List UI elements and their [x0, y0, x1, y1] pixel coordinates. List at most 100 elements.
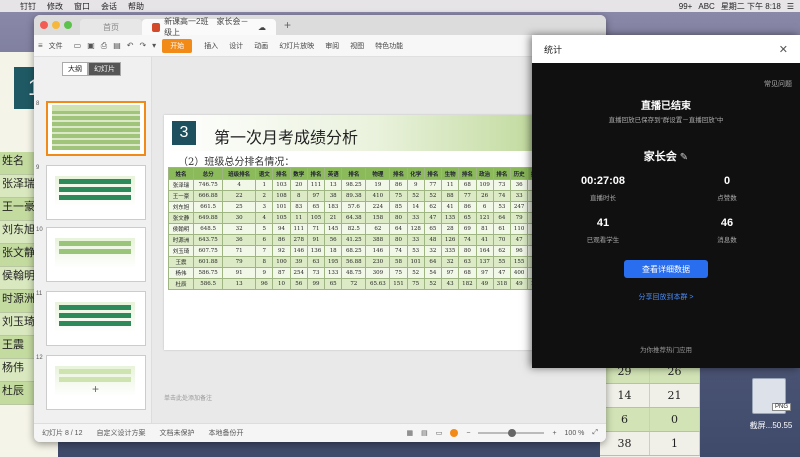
table-cell[interactable]: 128 — [406, 223, 425, 235]
table-cell[interactable]: 70 — [492, 234, 511, 246]
zoom-slider-knob[interactable] — [508, 429, 517, 437]
table-cell[interactable]: 649.88 — [193, 212, 224, 224]
table-cell[interactable]: 57.6 — [341, 201, 367, 213]
table-cell[interactable]: 101 — [406, 256, 425, 268]
table-cell[interactable]: 18 — [324, 245, 343, 257]
table-cell[interactable]: 64 — [423, 256, 443, 268]
table-cell[interactable]: 86 — [272, 234, 291, 246]
table-cell[interactable]: 135 — [441, 212, 460, 224]
recommend-apps-text[interactable]: 为你推荐热门应用 — [532, 344, 800, 354]
slide-subtitle[interactable]: （2）班级总分排名情况： — [178, 153, 294, 168]
normal-view-icon[interactable]: ▦ — [406, 429, 413, 437]
table-row[interactable]: 王一豪 666.88 22 2 108 8 97 38 89.38 410 75 52 52 88 77 26… — [167, 190, 581, 202]
table-cell[interactable]: 97 — [475, 267, 494, 279]
table-cell[interactable]: 32 — [222, 223, 257, 235]
table-cell[interactable]: 68 — [458, 267, 477, 279]
table-cell[interactable]: 54 — [423, 267, 443, 279]
slide-thumbnail-selected[interactable] — [46, 101, 146, 156]
tab-design[interactable]: 设计 — [229, 41, 243, 51]
table-cell[interactable]: 64 — [492, 212, 511, 224]
table-cell[interactable]: 47 — [509, 234, 529, 246]
table-cell[interactable]: 33 — [509, 190, 529, 202]
table-cell[interactable]: 145 — [324, 223, 343, 235]
table-cell[interactable]: 52 — [406, 190, 425, 202]
view-details-button[interactable]: 查看详细数据 — [624, 260, 708, 278]
table-cell[interactable]: 254 — [289, 267, 308, 279]
table-cell[interactable]: 39 — [289, 256, 308, 268]
table-row[interactable]: 张文静 649.88 30 4 105 11 105 21 64.38 158 80 33 47 135 6… — [167, 212, 581, 224]
table-cell[interactable]: 7 — [255, 245, 274, 257]
share-replay-link[interactable]: 分享回放到本群 > — [532, 292, 800, 302]
zoom-level[interactable]: 100 % — [565, 430, 585, 437]
table-cell[interactable]: 62 — [492, 245, 511, 257]
table-cell[interactable]: 张泽瑞 — [167, 179, 195, 191]
table-cell[interactable]: 13 — [222, 278, 257, 290]
zoom-window-button[interactable] — [64, 21, 72, 29]
table-cell[interactable]: 151 — [389, 278, 408, 290]
table-row[interactable]: 王震 601.88 79 8 100 39 63 195 56.88 230 58 101 64 32 63… — [167, 256, 581, 268]
table-cell[interactable]: 2 — [255, 190, 274, 202]
table-cell[interactable]: 146 — [365, 245, 391, 257]
table-cell[interactable]: 6 — [255, 234, 274, 246]
tab-home[interactable]: 首页 — [80, 19, 142, 35]
table-cell[interactable]: 26 — [475, 190, 494, 202]
table-cell[interactable]: 80 — [389, 212, 408, 224]
table-cell[interactable]: 101 — [272, 201, 291, 213]
table-cell[interactable]: 9 — [406, 179, 425, 191]
table-cell[interactable]: 11 — [289, 212, 308, 224]
tab-view[interactable]: 视图 — [350, 41, 364, 51]
table-cell[interactable]: 230 — [365, 256, 391, 268]
table-cell[interactable]: 91 — [306, 234, 326, 246]
fit-window-icon[interactable]: ⤢ — [592, 429, 598, 437]
notification-badge[interactable]: 99+ — [679, 2, 693, 11]
table-cell[interactable]: 643.75 — [193, 234, 224, 246]
table-cell[interactable]: 74 — [389, 245, 408, 257]
table-cell[interactable]: 36 — [222, 234, 257, 246]
table-cell[interactable]: 5 — [255, 223, 274, 235]
table-cell[interactable]: 155 — [509, 256, 529, 268]
redo-icon[interactable]: ↷ — [139, 41, 146, 50]
table-cell[interactable]: 75 — [406, 278, 425, 290]
faq-link[interactable]: 常见问题 — [764, 79, 792, 89]
table-cell[interactable]: 47 — [423, 212, 443, 224]
table-cell[interactable]: 张文静 — [167, 212, 195, 224]
close-window-button[interactable] — [40, 21, 48, 29]
close-icon[interactable]: ✕ — [779, 43, 788, 56]
current-slide[interactable]: 3 第一次月考成绩分析 （2）班级总分排名情况： 姓名 总分 班级排名 语文 排名 数学排… — [164, 115, 584, 350]
tab-animation[interactable]: 动画 — [254, 41, 268, 51]
control-center-icon[interactable]: ☰ — [787, 2, 794, 11]
theme-name[interactable]: 自定义设计方案 — [96, 428, 145, 438]
input-method[interactable]: ABC — [698, 2, 714, 11]
table-cell[interactable]: 1 — [255, 179, 274, 191]
table-cell[interactable]: 79 — [222, 256, 257, 268]
add-slide-button[interactable]: + — [92, 382, 99, 396]
table-cell[interactable]: 侯翰明 — [167, 223, 195, 235]
table-cell[interactable]: 64.38 — [341, 212, 367, 224]
table-cell[interactable]: 21 — [324, 212, 343, 224]
table-cell[interactable]: 8 — [289, 190, 308, 202]
table-cell[interactable]: 20 — [289, 179, 308, 191]
table-cell[interactable]: 33 — [406, 234, 425, 246]
table-cell[interactable]: 97 — [306, 190, 326, 202]
menu-icon[interactable]: ≡ — [38, 41, 43, 50]
table-cell[interactable]: 96 — [509, 245, 529, 257]
table-cell[interactable]: 91 — [222, 267, 257, 279]
table-row[interactable]: 时源洲 643.75 36 6 86 278 91 56 41.25 388 80 33 48 126 74… — [167, 234, 581, 246]
table-cell[interactable]: 10 — [272, 278, 291, 290]
table-cell[interactable]: 666.88 — [193, 190, 224, 202]
png-file-label[interactable]: 截屏...50.55 — [742, 420, 800, 431]
table-cell[interactable]: 36 — [509, 179, 529, 191]
table-cell[interactable]: 410 — [365, 190, 391, 202]
table-cell[interactable]: 56 — [289, 278, 308, 290]
table-cell[interactable]: 4 — [255, 212, 274, 224]
table-cell[interactable]: 195 — [324, 256, 343, 268]
table-cell[interactable]: 99 — [306, 278, 326, 290]
table-cell[interactable]: 72 — [341, 278, 367, 290]
table-cell[interactable]: 164 — [475, 245, 494, 257]
undo-icon[interactable]: ↶ — [127, 41, 134, 50]
score-table[interactable]: 姓名总分班级排名语文排名数学排名英语排名物理排名化学排名生物排名政治排名历史排名… — [167, 167, 581, 290]
table-cell[interactable]: 111 — [306, 179, 326, 191]
table-cell[interactable]: 318 — [492, 278, 511, 290]
table-row[interactable]: 刘玉琦 607.75 71 7 92 146 136 18 68.25 146 74 53 32 335 8… — [167, 245, 581, 257]
table-cell[interactable]: 80 — [458, 245, 477, 257]
